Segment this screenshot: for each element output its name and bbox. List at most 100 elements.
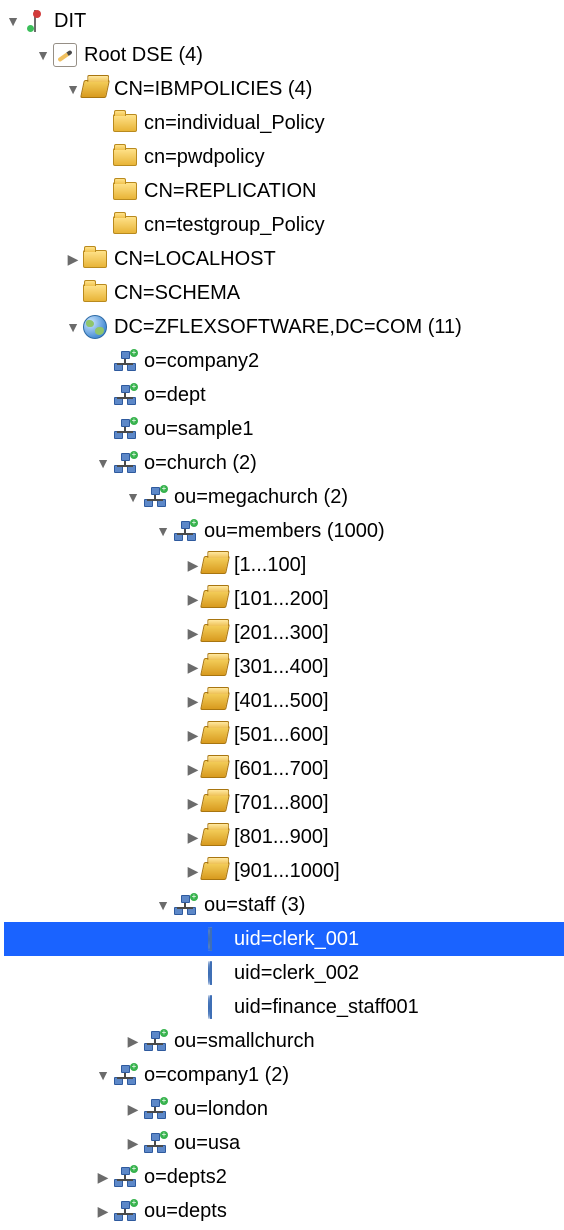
tree-node-label: cn=pwdpolicy — [144, 146, 271, 169]
disclosure-triangle[interactable]: ▶ — [184, 659, 202, 676]
tree-node-label: CN=LOCALHOST — [114, 248, 282, 271]
tree-node-company1[interactable]: ▼+ o=company1 (2) — [4, 1058, 564, 1092]
disclosure-triangle[interactable]: ▶ — [124, 1135, 142, 1152]
tree-node-r9[interactable]: ▶ [801...900] — [4, 820, 564, 854]
disclosure-triangle[interactable]: ▼ — [154, 897, 172, 913]
tree-node-label: [1...100] — [234, 554, 312, 577]
tree-node-company2[interactable]: ▶+o=company2 — [4, 344, 564, 378]
tree-node-label: [801...900] — [234, 826, 335, 849]
tree-node-depts2[interactable]: ▶+o=depts2 — [4, 1160, 564, 1194]
tree-node-label: ou=usa — [174, 1132, 246, 1155]
tree-node-church[interactable]: ▼+ o=church (2) — [4, 446, 564, 480]
ldap-tree: ▼DIT▼Root DSE (4)▼CN=IBMPOLICIES (4)▶cn=… — [0, 0, 564, 1228]
disclosure-triangle[interactable]: ▶ — [184, 863, 202, 880]
disclosure-triangle[interactable]: ▼ — [34, 47, 52, 63]
folder-open-icon — [202, 654, 228, 680]
tree-node-sample1[interactable]: ▶+ou=sample1 — [4, 412, 564, 446]
tree-node-staff[interactable]: ▼+ ou=staff (3) — [4, 888, 564, 922]
disclosure-triangle[interactable]: ▼ — [124, 489, 142, 505]
tree-node-r5[interactable]: ▶[401...500] — [4, 684, 564, 718]
tree-node-usa[interactable]: ▶+ou=usa — [4, 1126, 564, 1160]
disclosure-triangle[interactable]: ▶ — [184, 795, 202, 812]
tree-node-ibmpolicies[interactable]: ▼CN=IBMPOLICIES (4) — [4, 72, 564, 106]
disclosure-triangle[interactable]: ▶ — [184, 625, 202, 642]
disclosure-triangle[interactable]: ▼ — [64, 81, 82, 97]
disclosure-triangle[interactable]: ▼ — [64, 319, 82, 335]
folder-icon — [112, 144, 138, 170]
tree-node-clerk1[interactable]: ▶uid=clerk_001 — [4, 922, 564, 956]
tree-node-label: DIT — [54, 10, 92, 33]
folder-open-icon — [202, 552, 228, 578]
org-icon: + — [112, 1164, 138, 1190]
disclosure-triangle[interactable]: ▶ — [184, 727, 202, 744]
tree-node-label: ou=staff (3) — [204, 894, 311, 917]
folder-open-icon — [202, 722, 228, 748]
org-icon: + — [142, 484, 168, 510]
folder-open-icon — [202, 824, 228, 850]
tree-node-label: DC=ZFLEXSOFTWARE,DC=COM (11) — [114, 316, 468, 339]
tree-node-r10[interactable]: ▶[901...1000] — [4, 854, 564, 888]
folder-icon — [112, 178, 138, 204]
tree-node-testgroup[interactable]: ▶cn=testgroup_Policy — [4, 208, 564, 242]
tree-node-label: Root DSE (4) — [84, 44, 209, 67]
tree-node-smallchurch[interactable]: ▶+ou=smallchurch — [4, 1024, 564, 1058]
tree-node-label: uid=finance_staff001 — [234, 996, 425, 1019]
tree-node-label: [201...300] — [234, 622, 335, 645]
tree-node-r6[interactable]: ▶[501...600] — [4, 718, 564, 752]
tree-node-label: ou=london — [174, 1098, 274, 1121]
disclosure-triangle[interactable]: ▶ — [184, 761, 202, 778]
disclosure-triangle[interactable]: ▶ — [184, 591, 202, 608]
tree-node-label: ou=sample1 — [144, 418, 260, 441]
tree-node-label: uid=clerk_002 — [234, 962, 365, 985]
tree-node-dc[interactable]: ▼ DC=ZFLEXSOFTWARE,DC=COM (11) — [4, 310, 564, 344]
tree-node-label: o=company1 (2) — [144, 1064, 295, 1087]
disclosure-triangle[interactable]: ▶ — [94, 1169, 112, 1186]
disclosure-triangle[interactable]: ▶ — [64, 251, 82, 268]
tree-node-r3[interactable]: ▶ [201...300] — [4, 616, 564, 650]
disclosure-triangle[interactable]: ▶ — [124, 1101, 142, 1118]
org-icon: + — [112, 450, 138, 476]
tree-node-localhost[interactable]: ▶ CN=LOCALHOST — [4, 242, 564, 276]
tree-node-label: CN=REPLICATION — [144, 180, 322, 203]
tree-node-pwdpolicy[interactable]: ▶cn=pwdpolicy — [4, 140, 564, 174]
tree-node-label: CN=SCHEMA — [114, 282, 246, 305]
tree-node-r1[interactable]: ▶ [1...100] — [4, 548, 564, 582]
tree-node-london[interactable]: ▶+ ou=london — [4, 1092, 564, 1126]
globe-icon — [82, 314, 108, 340]
tree-node-label: ou=depts — [144, 1200, 233, 1223]
tree-node-r7[interactable]: ▶ [601...700] — [4, 752, 564, 786]
tree-node-dit[interactable]: ▼ DIT — [4, 4, 564, 38]
org-icon: + — [112, 1062, 138, 1088]
tree-node-individual[interactable]: ▶cn=individual_Policy — [4, 106, 564, 140]
disclosure-triangle[interactable]: ▶ — [124, 1033, 142, 1050]
tree-node-dept[interactable]: ▶+o=dept — [4, 378, 564, 412]
disclosure-triangle[interactable]: ▶ — [184, 693, 202, 710]
tree-node-label: [601...700] — [234, 758, 335, 781]
tree-node-schema[interactable]: ▶CN=SCHEMA — [4, 276, 564, 310]
disclosure-triangle[interactable]: ▼ — [154, 523, 172, 539]
person-icon — [202, 960, 228, 986]
tree-node-fin[interactable]: ▶uid=finance_staff001 — [4, 990, 564, 1024]
org-icon: + — [142, 1028, 168, 1054]
tree-node-label: cn=testgroup_Policy — [144, 214, 331, 237]
tree-node-rootdse[interactable]: ▼ Root DSE (4) — [4, 38, 564, 72]
disclosure-triangle[interactable]: ▶ — [184, 557, 202, 574]
disclosure-triangle[interactable]: ▶ — [184, 829, 202, 846]
org-icon: + — [142, 1096, 168, 1122]
disclosure-triangle[interactable]: ▶ — [94, 1203, 112, 1220]
tree-node-megachurch[interactable]: ▼+ou=megachurch (2) — [4, 480, 564, 514]
tree-node-r4[interactable]: ▶[301...400] — [4, 650, 564, 684]
tree-node-members[interactable]: ▼+ou=members (1000) — [4, 514, 564, 548]
tree-node-r8[interactable]: ▶[701...800] — [4, 786, 564, 820]
org-icon: + — [172, 892, 198, 918]
tree-node-r2[interactable]: ▶[101...200] — [4, 582, 564, 616]
tree-node-label: o=church (2) — [144, 452, 263, 475]
disclosure-triangle[interactable]: ▼ — [94, 1067, 112, 1083]
tree-node-replication[interactable]: ▶CN=REPLICATION — [4, 174, 564, 208]
tree-node-label: o=company2 — [144, 350, 265, 373]
disclosure-triangle[interactable]: ▼ — [94, 455, 112, 471]
tree-node-clerk2[interactable]: ▶uid=clerk_002 — [4, 956, 564, 990]
folder-open-icon — [202, 790, 228, 816]
tree-node-deptsou[interactable]: ▶+ou=depts — [4, 1194, 564, 1228]
disclosure-triangle[interactable]: ▼ — [4, 13, 22, 29]
